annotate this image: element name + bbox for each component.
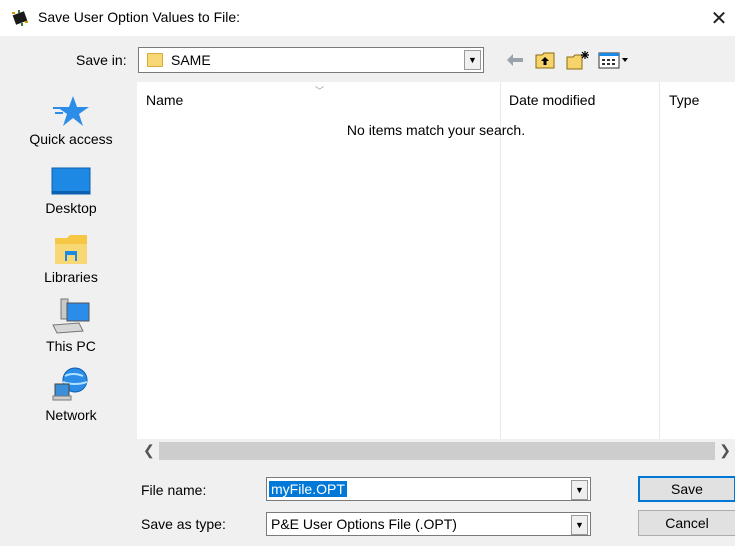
empty-message: No items match your search.	[346, 122, 526, 138]
folder-icon	[147, 53, 163, 67]
chevron-down-icon[interactable]: ▼	[464, 50, 481, 70]
app-chip-icon	[10, 9, 30, 27]
place-label: Quick access	[29, 131, 113, 147]
place-label: Desktop	[45, 200, 97, 216]
libraries-icon	[49, 230, 93, 266]
desktop-icon	[49, 161, 93, 197]
cancel-button[interactable]: Cancel	[638, 510, 735, 536]
file-name-input[interactable]: myFile.OPT ▼	[266, 477, 591, 501]
scroll-right-icon[interactable]: ❯	[719, 442, 731, 459]
file-list[interactable]: ﹀ Name Date modified Type No items match…	[137, 82, 735, 439]
place-this-pc[interactable]: This PC	[9, 289, 133, 355]
save-as-type-label: Save as type:	[141, 516, 226, 532]
place-label: Network	[45, 407, 97, 423]
view-menu-icon[interactable]	[598, 50, 630, 70]
back-arrow-icon[interactable]	[506, 50, 524, 70]
place-label: Libraries	[44, 269, 98, 285]
close-button[interactable]: ✕	[703, 0, 735, 36]
place-quick-access[interactable]: Quick access	[9, 82, 133, 148]
title-bar: Save User Option Values to File: ✕	[0, 0, 735, 36]
place-desktop[interactable]: Desktop	[9, 151, 133, 217]
network-icon	[49, 367, 93, 404]
save-button[interactable]: Save	[638, 476, 735, 502]
file-name-value: myFile.OPT	[269, 481, 347, 497]
place-libraries[interactable]: Libraries	[9, 220, 133, 286]
chevron-down-icon[interactable]: ▼	[571, 480, 588, 500]
place-label: This PC	[46, 338, 96, 354]
star-icon	[49, 92, 93, 128]
computer-icon	[49, 298, 93, 335]
save-in-dropdown[interactable]: SAME ▼	[138, 47, 484, 73]
horizontal-scrollbar[interactable]: ❮ ❯	[137, 440, 735, 462]
save-as-type-value: P&E User Options File (.OPT)	[271, 516, 457, 532]
close-icon: ✕	[710, 7, 728, 30]
save-in-value: SAME	[171, 52, 211, 68]
file-name-label: File name:	[141, 482, 207, 498]
place-network[interactable]: Network	[9, 358, 133, 424]
window-title: Save User Option Values to File:	[38, 9, 241, 25]
new-folder-icon[interactable]	[566, 50, 590, 70]
save-as-type-dropdown[interactable]: P&E User Options File (.OPT) ▼	[266, 512, 591, 536]
column-header-type[interactable]: Type	[669, 92, 699, 108]
save-in-label: Save in:	[76, 52, 127, 68]
places-bar: Quick access Desktop Libraries This PC N…	[9, 82, 133, 444]
column-header-name[interactable]: Name	[146, 92, 183, 108]
scroll-left-icon[interactable]: ❮	[143, 442, 155, 459]
up-folder-icon[interactable]	[535, 50, 555, 70]
column-header-date[interactable]: Date modified	[509, 92, 595, 108]
scroll-thumb[interactable]	[159, 442, 715, 460]
chevron-down-icon[interactable]: ▼	[571, 515, 588, 535]
chevron-down-icon: ﹀	[315, 86, 325, 96]
